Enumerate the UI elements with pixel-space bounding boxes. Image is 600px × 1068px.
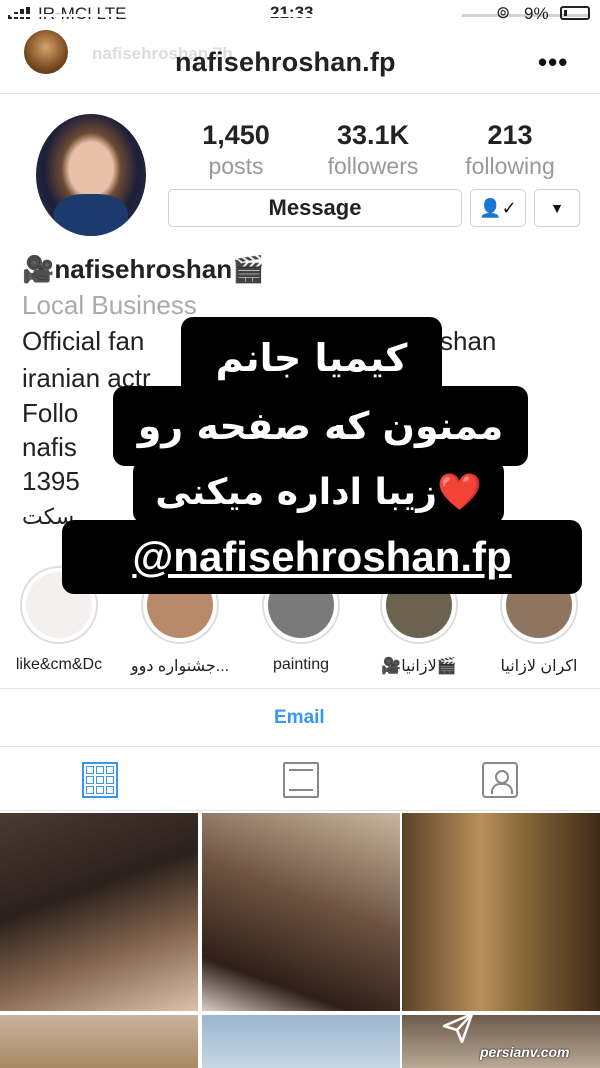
profile-username-title: nafisehroshan.fp	[175, 47, 396, 77]
stat-posts-count: 1,450	[202, 120, 270, 150]
story-progress-fill	[10, 14, 463, 17]
grid-icon[interactable]	[82, 762, 118, 798]
suggested-dropdown-button[interactable]: ▼	[534, 189, 580, 227]
following-status-button[interactable]: 👤✓	[470, 189, 526, 227]
stat-followers-label: followers	[327, 153, 419, 179]
story-mention-sticker[interactable]: @nafisehroshan.fp	[62, 520, 582, 594]
divider	[0, 810, 600, 811]
bio-line: Follo	[22, 398, 79, 428]
stat-followers[interactable]: 33.1K followers	[318, 120, 428, 180]
message-button[interactable]: Message	[168, 189, 462, 227]
chevron-down-icon: ▼	[550, 200, 564, 216]
divider	[0, 746, 600, 747]
battery-icon	[560, 6, 590, 20]
rotation-lock-icon: ⊚	[496, 3, 511, 22]
highlight-label: 🎥لازانیا🎬	[381, 658, 457, 675]
story-text-line: زیبا اداره میکنی❤️	[133, 460, 504, 524]
profile-avatar[interactable]	[36, 114, 146, 236]
email-button[interactable]: Email	[274, 707, 325, 729]
tagged-icon[interactable]	[482, 762, 518, 798]
header-divider	[0, 93, 600, 94]
profile-category: Local Business	[22, 290, 197, 320]
story-progress-bar	[10, 14, 590, 17]
post-thumbnail[interactable]	[202, 813, 400, 1011]
post-thumbnail[interactable]	[402, 813, 600, 1011]
profile-display-name: 🎥nafisehroshan🎬	[22, 254, 265, 284]
story-text-line: ممنون که صفحه رو	[113, 386, 528, 466]
stat-following[interactable]: 213 following	[455, 120, 565, 180]
more-options-icon[interactable]: •••	[538, 47, 568, 78]
feed-icon[interactable]	[283, 762, 319, 798]
post-thumbnail[interactable]	[0, 1015, 198, 1068]
highlight-label: اکران لازانیا	[500, 658, 578, 675]
highlight-label: like&cm&Dc	[15, 656, 103, 673]
send-icon[interactable]	[440, 1010, 476, 1046]
clock: 21:33	[270, 3, 314, 22]
signal-icon	[8, 7, 34, 19]
post-thumbnail[interactable]	[402, 1015, 600, 1068]
story-owner-avatar[interactable]	[22, 28, 70, 76]
highlight-label: جشنواره دوو...	[130, 658, 230, 675]
stat-following-label: following	[465, 153, 555, 179]
stat-followers-count: 33.1K	[336, 120, 410, 150]
divider	[0, 688, 600, 689]
watermark: persianv.com	[480, 1044, 570, 1060]
highlight-label: painting	[272, 656, 330, 673]
bio-line: Official fan	[22, 326, 145, 356]
person-check-icon: 👤✓	[479, 197, 517, 218]
stat-posts[interactable]: 1,450 posts	[186, 120, 286, 180]
bio-line: 1395	[22, 466, 80, 496]
bio-line-tail: shan	[440, 326, 497, 356]
post-thumbnail[interactable]	[0, 813, 198, 1011]
stat-posts-label: posts	[208, 153, 264, 179]
post-thumbnail[interactable]	[202, 1015, 400, 1068]
bio-line: nafis	[22, 432, 77, 462]
stat-following-count: 213	[487, 120, 533, 150]
